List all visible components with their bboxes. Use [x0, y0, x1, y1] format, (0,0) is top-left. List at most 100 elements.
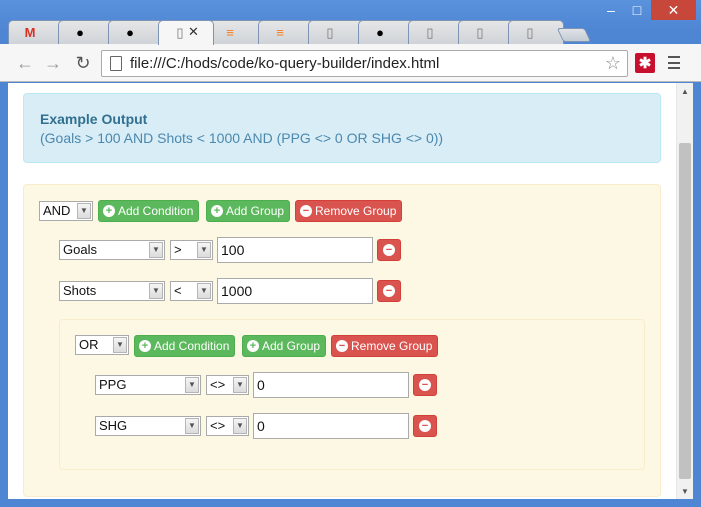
chrome-menu-icon[interactable] — [668, 56, 680, 69]
tab-page-1[interactable]: ▯ — [308, 20, 364, 44]
chevron-down-icon: ▼ — [113, 337, 127, 353]
chevron-down-icon: ▼ — [197, 242, 211, 258]
condition-comparison-value: <> — [210, 418, 226, 433]
condition-value-input[interactable]: 100 — [217, 237, 373, 263]
tab-page-2[interactable]: ▯ — [408, 20, 464, 44]
example-output-panel: Example Output (Goals > 100 AND Shots < … — [23, 93, 661, 163]
remove-group-label: Remove Group — [351, 339, 433, 353]
condition-comparison-value: <> — [210, 377, 226, 392]
back-arrow-icon: ← — [16, 52, 34, 73]
browser-toolbar: ← → ↻ file:///C:/hods/code/ko-query-buil… — [0, 44, 701, 82]
tab-github-1[interactable]: ● — [58, 20, 114, 44]
browser-window: M ● ● ▯ ✕ ≡ ≡ ▯ ● ▯ ▯ ▯ – □ ✕ ← → ↻ file… — [0, 0, 701, 507]
page-icon: ▯ — [176, 25, 184, 40]
url-text[interactable]: file:///C:/hods/code/ko-query-builder/in… — [130, 55, 439, 72]
tab-stackoverflow-2[interactable]: ≡ — [258, 20, 314, 44]
minimize-button[interactable]: – — [598, 0, 624, 20]
condition-comparison-select[interactable]: <> ▼ — [206, 416, 249, 436]
remove-condition-button[interactable]: − — [377, 280, 401, 302]
page-icon: ▯ — [526, 25, 534, 40]
chevron-down-icon: ▼ — [149, 242, 163, 258]
github-icon: ● — [126, 25, 134, 40]
page-viewport: Example Output (Goals > 100 AND Shots < … — [8, 83, 676, 499]
group-operator-select[interactable]: OR ▼ — [75, 335, 129, 355]
address-bar[interactable]: file:///C:/hods/code/ko-query-builder/in… — [101, 50, 628, 77]
condition-comparison-select[interactable]: > ▼ — [170, 240, 213, 260]
remove-group-button[interactable]: − Remove Group — [331, 335, 439, 357]
condition-comparison-select[interactable]: <> ▼ — [206, 375, 249, 395]
condition-comparison-select[interactable]: < ▼ — [170, 281, 213, 301]
condition-value-input[interactable]: 0 — [253, 413, 409, 439]
chevron-down-icon: ▼ — [233, 377, 247, 393]
gmail-icon: M — [24, 25, 36, 40]
minus-circle-icon: − — [300, 205, 312, 217]
tab-page-3[interactable]: ▯ — [458, 20, 514, 44]
plus-circle-icon: + — [211, 205, 223, 217]
condition-field-select[interactable]: SHG ▼ — [95, 416, 201, 436]
tab-github-2[interactable]: ● — [108, 20, 164, 44]
new-tab-button[interactable] — [556, 28, 592, 42]
bookmark-star-icon[interactable]: ☆ — [605, 53, 621, 74]
tab-gmail[interactable]: M — [8, 20, 64, 44]
extension-icon[interactable]: ✱ — [635, 53, 655, 73]
tab-active[interactable]: ▯ ✕ — [158, 20, 214, 45]
forward-button[interactable]: → — [42, 52, 64, 74]
minus-circle-icon: − — [336, 340, 348, 352]
example-output-title: Example Output — [40, 111, 148, 127]
reload-button[interactable]: ↻ — [72, 52, 94, 74]
chevron-down-icon: ▼ — [149, 283, 163, 299]
condition-value-input[interactable]: 0 — [253, 372, 409, 398]
close-window-button[interactable]: ✕ — [651, 0, 696, 20]
condition-field-value: SHG — [99, 418, 128, 433]
scrollbar-thumb[interactable] — [679, 143, 691, 479]
chevron-down-icon: ▼ — [77, 203, 91, 219]
chevron-down-icon: ▼ — [185, 377, 199, 393]
minus-circle-icon: − — [383, 285, 395, 297]
forward-arrow-icon: → — [44, 52, 62, 73]
maximize-button[interactable]: □ — [624, 0, 650, 20]
chevron-down-icon: ▼ — [185, 418, 199, 434]
reload-icon: ↻ — [75, 52, 91, 73]
page-icon — [110, 56, 122, 71]
group-operator-value: AND — [43, 203, 71, 218]
vertical-scrollbar[interactable]: ▲ ▼ — [676, 83, 693, 499]
back-button[interactable]: ← — [14, 52, 36, 74]
add-group-button[interactable]: + Add Group — [206, 200, 291, 222]
condition-value-input[interactable]: 1000 — [217, 278, 373, 304]
tab-stackoverflow-1[interactable]: ≡ — [208, 20, 264, 44]
add-condition-button[interactable]: + Add Condition — [134, 335, 236, 357]
add-condition-button[interactable]: + Add Condition — [98, 200, 200, 222]
page-icon: ▯ — [476, 25, 484, 40]
plus-circle-icon: + — [247, 340, 259, 352]
add-condition-label: Add Condition — [118, 204, 194, 218]
condition-field-select[interactable]: PPG ▼ — [95, 375, 201, 395]
remove-condition-button[interactable]: − — [413, 374, 437, 396]
scroll-down-icon[interactable]: ▼ — [677, 483, 693, 499]
condition-field-value: Shots — [63, 283, 97, 298]
condition-field-select[interactable]: Shots ▼ — [59, 281, 165, 301]
minus-circle-icon: − — [383, 244, 395, 256]
plus-circle-icon: + — [103, 205, 115, 217]
add-group-button[interactable]: + Add Group — [242, 335, 327, 357]
remove-condition-button[interactable]: − — [377, 239, 401, 261]
plus-circle-icon: + — [139, 340, 151, 352]
chevron-down-icon: ▼ — [197, 283, 211, 299]
minus-circle-icon: − — [419, 420, 431, 432]
minus-circle-icon: − — [419, 379, 431, 391]
condition-field-value: PPG — [99, 377, 127, 392]
stackoverflow-icon: ≡ — [276, 25, 284, 40]
window-frame-bottom — [0, 499, 701, 507]
remove-condition-button[interactable]: − — [413, 415, 437, 437]
group-operator-value: OR — [79, 337, 99, 352]
condition-comparison-value: > — [174, 242, 182, 257]
condition-field-select[interactable]: Goals ▼ — [59, 240, 165, 260]
group-operator-select[interactable]: AND ▼ — [39, 201, 93, 221]
remove-group-button[interactable]: − Remove Group — [295, 200, 403, 222]
tab-page-4[interactable]: ▯ — [508, 20, 564, 44]
window-frame-right — [693, 83, 701, 507]
scroll-up-icon[interactable]: ▲ — [677, 83, 693, 99]
github-icon: ● — [376, 25, 384, 40]
tab-github-3[interactable]: ● — [358, 20, 414, 44]
example-output-expression: (Goals > 100 AND Shots < 1000 AND (PPG <… — [40, 130, 444, 146]
tab-close-icon[interactable]: ✕ — [188, 24, 199, 40]
